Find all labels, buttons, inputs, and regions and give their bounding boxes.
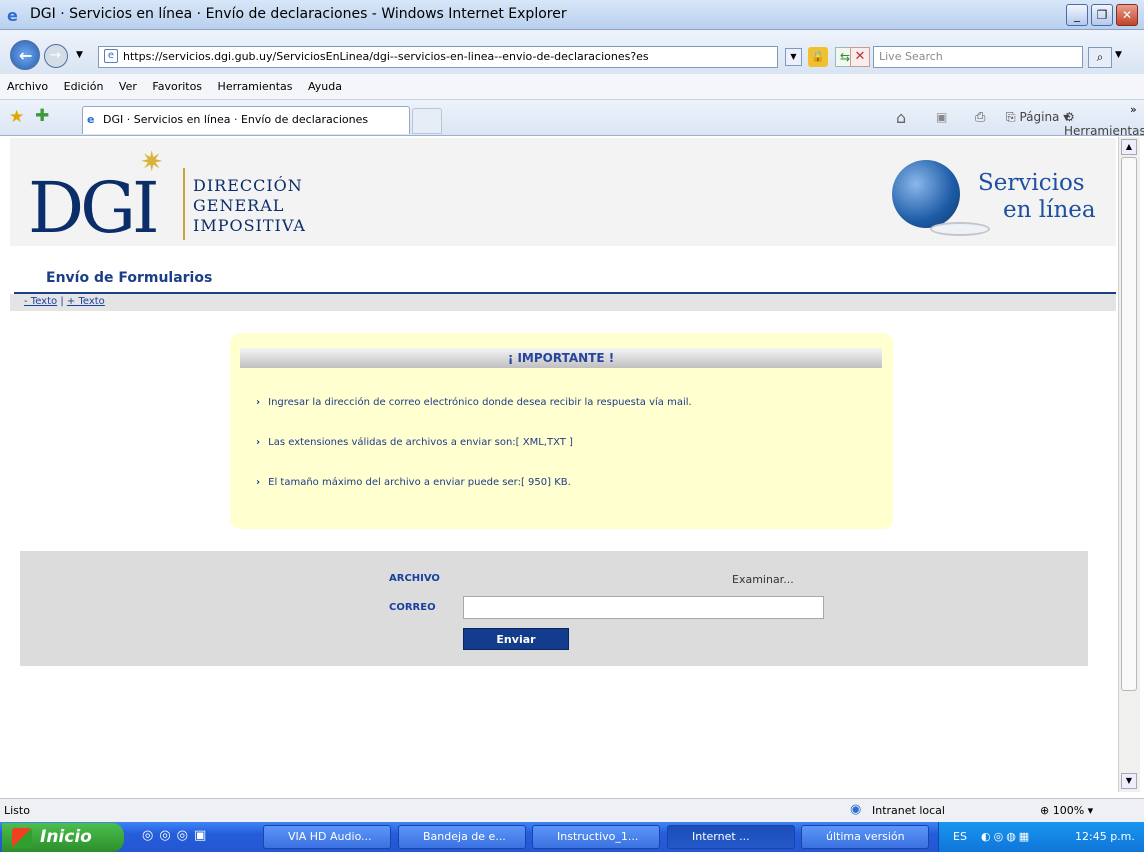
stop-icon[interactable]: ✕ xyxy=(850,47,870,67)
page-icon-small: ⎘ xyxy=(1006,110,1016,124)
menu-bar: Archivo Edición Ver Favoritos Herramient… xyxy=(0,74,1144,100)
logo-line-1: DIRECCIÓN xyxy=(193,176,303,195)
important-item-text: Ingresar la dirección de correo electrón… xyxy=(268,397,692,408)
back-button[interactable]: ← xyxy=(10,40,40,70)
tray-icons[interactable]: ◐◎◍▦ xyxy=(981,822,1032,852)
address-bar[interactable]: https://servicios.dgi.gub.uy/ServiciosEn… xyxy=(98,46,778,68)
text-size-links: - Texto | + Texto xyxy=(10,294,1116,311)
status-text: Listo xyxy=(4,804,30,817)
system-tray: ES ◐◎◍▦ 12:45 p.m. xyxy=(938,822,1144,852)
minimize-button[interactable]: _ xyxy=(1066,4,1088,26)
page-title: Envío de Formularios xyxy=(46,270,213,286)
search-icon[interactable]: ⌕ xyxy=(1088,47,1112,68)
feeds-icon[interactable]: ▣ xyxy=(936,110,947,124)
tab-ie-icon: e xyxy=(87,113,95,126)
title-bar: e DGI · Servicios en línea · Envío de de… xyxy=(0,0,1144,30)
globe-icon xyxy=(892,160,960,228)
home-icon[interactable]: ⌂ xyxy=(896,108,906,127)
chevron-more-icon[interactable]: » xyxy=(1130,103,1137,116)
important-item-text: Las extensiones válidas de archivos a en… xyxy=(268,437,573,448)
gear-icon: ⚙ xyxy=(1064,110,1075,124)
intranet-icon: ◉ xyxy=(850,802,862,817)
scroll-down-icon[interactable]: ▼ xyxy=(1121,773,1137,789)
logo-line-2: GENERAL xyxy=(193,196,285,215)
zone-label: Intranet local xyxy=(872,804,945,817)
taskbar-item[interactable]: VIA HD Audio... xyxy=(263,825,391,849)
text-link-separator: | xyxy=(60,296,64,307)
quick-launch-icons[interactable]: ◎◎◎▣ xyxy=(142,828,242,848)
important-item-text: El tamaño máximo del archivo a enviar pu… xyxy=(268,477,571,488)
lock-icon[interactable]: 🔒 xyxy=(808,47,828,67)
important-item: › Ingresar la dirección de correo electró… xyxy=(256,397,692,408)
page-icon: e xyxy=(104,49,118,63)
language-indicator[interactable]: ES xyxy=(953,822,967,852)
important-item: › Las extensiones válidas de archivos a e… xyxy=(256,437,573,448)
text-smaller-link[interactable]: - Texto xyxy=(24,296,57,307)
logo-line-3: IMPOSITIVA xyxy=(193,216,306,235)
logo-divider xyxy=(183,168,185,240)
maximize-button[interactable]: ❐ xyxy=(1091,4,1113,26)
history-dropdown-icon[interactable]: ▼ xyxy=(76,50,83,60)
scroll-thumb[interactable] xyxy=(1121,157,1137,691)
zoom-control[interactable]: ⊕ 100% ▾ xyxy=(1040,804,1093,817)
menu-favoritos[interactable]: Favoritos xyxy=(152,80,202,93)
dgi-logo: DGI xyxy=(28,167,160,249)
important-item: › El tamaño máximo del archivo a enviar p… xyxy=(256,477,571,488)
window-title: DGI · Servicios en línea · Envío de decl… xyxy=(30,6,567,22)
services-title-line2: en línea xyxy=(1003,197,1096,223)
taskbar-item[interactable]: Bandeja de e... xyxy=(398,825,526,849)
page-menu-button[interactable]: ⎘ Página ▾ xyxy=(1006,110,1069,125)
menu-archivo[interactable]: Archivo xyxy=(7,80,48,93)
menu-herramientas[interactable]: Herramientas xyxy=(218,80,293,93)
favorites-star-icon[interactable]: ★ xyxy=(9,107,24,127)
taskbar-item-active[interactable]: Internet ... xyxy=(667,825,795,849)
search-options-icon[interactable]: ▼ xyxy=(1115,50,1122,60)
important-heading: ¡ IMPORTANTE ! xyxy=(240,348,882,368)
status-bar: Listo ◉ Intranet local ⊕ 100% ▾ xyxy=(0,798,1144,822)
email-field[interactable] xyxy=(463,596,824,619)
forward-button[interactable]: → xyxy=(44,44,68,68)
page-menu-label: Página xyxy=(1019,110,1060,124)
print-icon[interactable]: ⎙ xyxy=(975,110,985,125)
mouse-icon xyxy=(930,222,990,236)
add-favorite-icon[interactable]: ✚ xyxy=(35,106,49,126)
send-button[interactable]: Enviar xyxy=(463,628,569,650)
windows-logo-icon xyxy=(12,828,32,848)
tab-active[interactable]: e DGI · Servicios en línea · Envío de de… xyxy=(82,106,410,134)
tools-menu-label: Herramientas xyxy=(1064,124,1144,138)
taskbar-item[interactable]: Instructivo_1... xyxy=(532,825,660,849)
browse-button[interactable]: Examinar... xyxy=(732,573,794,586)
text-larger-link[interactable]: + Texto xyxy=(67,296,105,307)
zoom-value: 100% xyxy=(1052,804,1085,817)
menu-edicion[interactable]: Edición xyxy=(64,80,104,93)
vertical-scrollbar[interactable]: ▲ ▼ xyxy=(1118,137,1140,792)
clock: 12:45 p.m. xyxy=(1075,830,1135,843)
menu-ayuda[interactable]: Ayuda xyxy=(308,80,342,93)
new-tab-button[interactable] xyxy=(412,108,442,134)
taskbar-item[interactable]: última versión xyxy=(801,825,929,849)
archivo-label: ARCHIVO xyxy=(389,573,440,584)
correo-label: CORREO xyxy=(389,602,436,613)
address-dropdown-button[interactable]: ▼ xyxy=(785,48,802,66)
ie-logo-icon: e xyxy=(7,6,18,25)
menu-ver[interactable]: Ver xyxy=(119,80,137,93)
tab-label: DGI · Servicios en línea · Envío de decl… xyxy=(103,113,369,126)
scroll-up-icon[interactable]: ▲ xyxy=(1121,139,1137,155)
close-button[interactable]: ✕ xyxy=(1116,4,1138,26)
services-title-line1: Servicios xyxy=(978,170,1085,196)
search-input[interactable]: Live Search xyxy=(873,46,1083,68)
